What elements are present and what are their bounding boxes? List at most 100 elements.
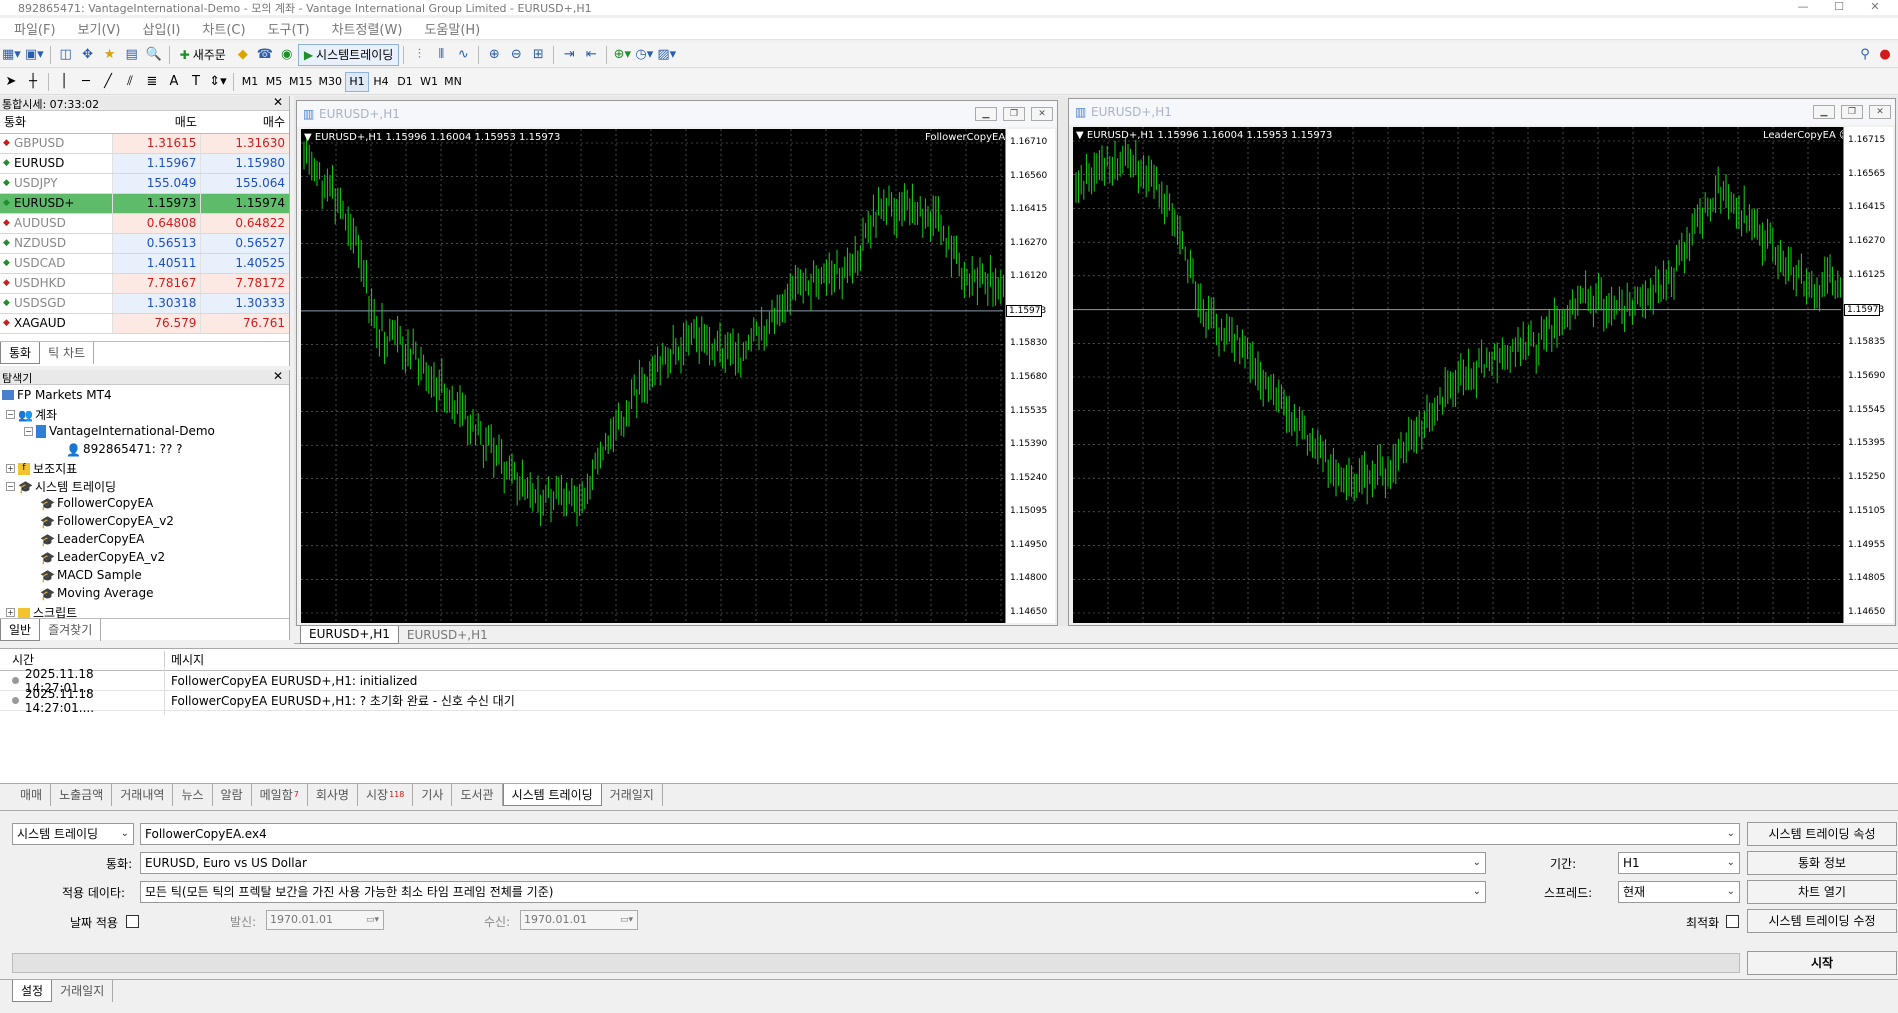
market-watch-row[interactable]: ◆ EURUSD 1.15967 1.15980 bbox=[0, 153, 289, 174]
terminal-tab[interactable]: 알람 bbox=[213, 783, 252, 806]
timeframe-mn[interactable]: MN bbox=[441, 72, 465, 92]
tab-common[interactable]: 일반 bbox=[0, 618, 41, 641]
terminal-tab[interactable]: 메일함 7 bbox=[252, 783, 308, 806]
indicators-icon[interactable]: ⊕▾ bbox=[613, 45, 631, 65]
close-icon[interactable]: ✕ bbox=[1869, 105, 1891, 119]
journal-row[interactable]: 2025.11.18 14:27:01.... FollowerCopyEA EU… bbox=[0, 666, 1898, 695]
new-order-button[interactable]: ✚ 새주문 bbox=[174, 44, 232, 66]
tree-ea-item[interactable]: 🎓 FollowerCopyEA_v2 bbox=[40, 514, 174, 529]
minimize-icon[interactable]: ▁ bbox=[1813, 105, 1835, 119]
timeframe-m30[interactable]: M30 bbox=[316, 72, 346, 92]
tree-experts[interactable]: − 🎓 시스템 트레이딩 bbox=[6, 478, 116, 495]
profiles-icon[interactable]: ▣▾ bbox=[25, 45, 44, 65]
menu-charts[interactable]: 차트(C) bbox=[202, 19, 245, 38]
text-label-icon[interactable]: T bbox=[187, 72, 205, 92]
close-icon[interactable]: ✕ bbox=[273, 95, 283, 109]
search-icon[interactable]: ⚲ bbox=[1856, 45, 1874, 65]
use-date-checkbox[interactable] bbox=[126, 915, 139, 928]
periods-icon[interactable]: ◷▾ bbox=[635, 45, 653, 65]
calendar-dropdown-icon[interactable]: ▭▾ bbox=[620, 911, 633, 929]
market-watch-row[interactable]: ◆ USDCAD 1.40511 1.40525 bbox=[0, 253, 289, 274]
arrows-icon[interactable]: ⇕▾ bbox=[209, 72, 227, 92]
market-watch-icon[interactable]: ◫ bbox=[57, 45, 75, 65]
tree-accounts[interactable]: − 👥 계좌 bbox=[6, 406, 57, 423]
collapse-icon[interactable]: − bbox=[6, 410, 15, 419]
price-chart[interactable]: ▼ EURUSD+,H1 1.15996 1.16004 1.15953 1.1… bbox=[301, 129, 1055, 623]
tree-ea-item[interactable]: 🎓 Moving Average bbox=[40, 586, 153, 601]
text-icon[interactable]: A bbox=[165, 72, 183, 92]
expert-select[interactable]: FollowerCopyEA.ex4 ⌄ bbox=[140, 823, 1740, 845]
navigator-icon[interactable]: ★ bbox=[101, 45, 119, 65]
dropdown-icon[interactable]: ▼ bbox=[1076, 130, 1084, 141]
expand-icon[interactable]: + bbox=[6, 608, 15, 617]
signals-icon[interactable]: ☎ bbox=[256, 45, 274, 65]
templates-icon[interactable]: ▨▾ bbox=[657, 45, 676, 65]
timeframe-h4[interactable]: H4 bbox=[369, 72, 393, 92]
menu-help[interactable]: 도움말(H) bbox=[424, 19, 480, 38]
terminal-tab[interactable]: 거래일지 bbox=[602, 783, 663, 806]
market-watch-row[interactable]: ◆ AUDUSD 0.64808 0.64822 bbox=[0, 213, 289, 234]
market-watch-row[interactable]: ◆ USDHKD 7.78167 7.78172 bbox=[0, 273, 289, 294]
column-header-symbol[interactable]: 통화 bbox=[0, 111, 112, 134]
tab-symbols[interactable]: 통화 bbox=[0, 341, 41, 364]
metaeditor-icon[interactable]: ◆ bbox=[234, 45, 252, 65]
expand-icon[interactable]: + bbox=[6, 464, 15, 473]
chart-window-follower[interactable]: ▥ EURUSD+,H1 ▁ ❐ ✕ ▼ EURUSD+,H1 1.15996 … bbox=[296, 100, 1058, 626]
line-chart-icon[interactable]: ∿ bbox=[454, 45, 472, 65]
tab-favorites[interactable]: 즐겨찾기 bbox=[40, 618, 102, 641]
auto-trading-button[interactable]: ▶ 시스템트레이딩 bbox=[297, 43, 400, 66]
strategy-tester-icon[interactable]: 🔍 bbox=[145, 45, 163, 65]
candlestick-icon[interactable]: ⫴ bbox=[432, 45, 450, 65]
column-header-time[interactable]: 시간 bbox=[0, 651, 165, 668]
tree-indicators[interactable]: + f 보조지표 bbox=[6, 460, 77, 477]
tree-ea-item[interactable]: 🎓 FollowerCopyEA bbox=[40, 496, 153, 511]
notifications-icon[interactable]: ● bbox=[1876, 45, 1894, 65]
collapse-icon[interactable]: − bbox=[6, 482, 15, 491]
column-header-ask[interactable]: 매수 bbox=[200, 111, 289, 134]
chart-tab-1[interactable]: EURUSD+,H1 bbox=[300, 625, 399, 644]
symbol-properties-button[interactable]: 통화 정보 bbox=[1747, 851, 1897, 875]
tab-tick-chart[interactable]: 틱 차트 bbox=[40, 341, 95, 364]
calendar-dropdown-icon[interactable]: ▭▾ bbox=[366, 911, 379, 929]
spread-select[interactable]: 현재 ⌄ bbox=[1618, 881, 1740, 903]
tile-windows-icon[interactable]: ⊞ bbox=[529, 45, 547, 65]
zoom-in-icon[interactable]: ⊕ bbox=[485, 45, 503, 65]
horizontal-line-icon[interactable]: ─ bbox=[77, 72, 95, 92]
market-watch-row[interactable]: ◆ GBPUSD 1.31615 1.31630 bbox=[0, 133, 289, 154]
model-select[interactable]: 모든 틱(모든 틱의 프렉탈 보간을 가진 사용 가능한 최소 타임 프레임 전… bbox=[140, 881, 1486, 903]
channel-icon[interactable]: ⫽ bbox=[121, 72, 139, 92]
menu-view[interactable]: 보기(V) bbox=[78, 19, 121, 38]
terminal-tab[interactable]: 뉴스 bbox=[173, 783, 213, 806]
autoscroll-icon[interactable]: ⇤ bbox=[582, 45, 600, 65]
fibonacci-icon[interactable]: ≣ bbox=[143, 72, 161, 92]
close-icon[interactable]: ✕ bbox=[1031, 107, 1053, 121]
market-watch-row[interactable]: ◆ USDJPY 155.049 155.064 bbox=[0, 173, 289, 194]
start-button[interactable]: 시작 bbox=[1747, 951, 1897, 975]
tree-account-login[interactable]: 👤 892865471: ?? ? bbox=[66, 442, 183, 457]
tab-settings[interactable]: 설정 bbox=[12, 979, 53, 1002]
terminal-icon[interactable]: ▤ bbox=[123, 45, 141, 65]
market-icon[interactable]: ◉ bbox=[278, 45, 296, 65]
optimization-checkbox[interactable] bbox=[1726, 915, 1739, 928]
cursor-icon[interactable]: ➤ bbox=[2, 72, 20, 92]
market-watch-row[interactable]: ◆ NZDUSD 0.56513 0.56527 bbox=[0, 233, 289, 254]
open-chart-button[interactable]: 차트 열기 bbox=[1747, 880, 1897, 904]
timeframe-m1[interactable]: M1 bbox=[238, 72, 262, 92]
price-chart[interactable]: ▼ EURUSD+,H1 1.15996 1.16004 1.15953 1.1… bbox=[1073, 127, 1893, 623]
crosshair-icon[interactable]: ┼ bbox=[24, 72, 42, 92]
terminal-tab[interactable]: 기사 bbox=[413, 783, 453, 806]
chart-tab-2[interactable]: EURUSD+,H1 bbox=[399, 626, 496, 644]
timeframe-m5[interactable]: M5 bbox=[262, 72, 286, 92]
terminal-tab[interactable]: 시장 118 bbox=[358, 783, 414, 806]
terminal-tab[interactable]: 매매 bbox=[12, 783, 52, 806]
data-window-icon[interactable]: ✥ bbox=[79, 45, 97, 65]
minimize-icon[interactable]: ▁ bbox=[975, 107, 997, 121]
tree-server[interactable]: − VantageInternational-Demo bbox=[24, 424, 215, 438]
menu-tools[interactable]: 도구(T) bbox=[268, 19, 310, 38]
journal-row[interactable]: 2025.11.18 14:27:01.... FollowerCopyEA EU… bbox=[0, 686, 1898, 715]
market-watch-row[interactable]: ◆ EURUSD+ 1.15973 1.15974 bbox=[0, 193, 289, 214]
new-chart-icon[interactable]: ▦▾ bbox=[2, 45, 21, 65]
timeframe-d1[interactable]: D1 bbox=[393, 72, 417, 92]
column-header-message[interactable]: 메시지 bbox=[165, 651, 204, 668]
close-icon[interactable]: ✕ bbox=[273, 369, 283, 383]
